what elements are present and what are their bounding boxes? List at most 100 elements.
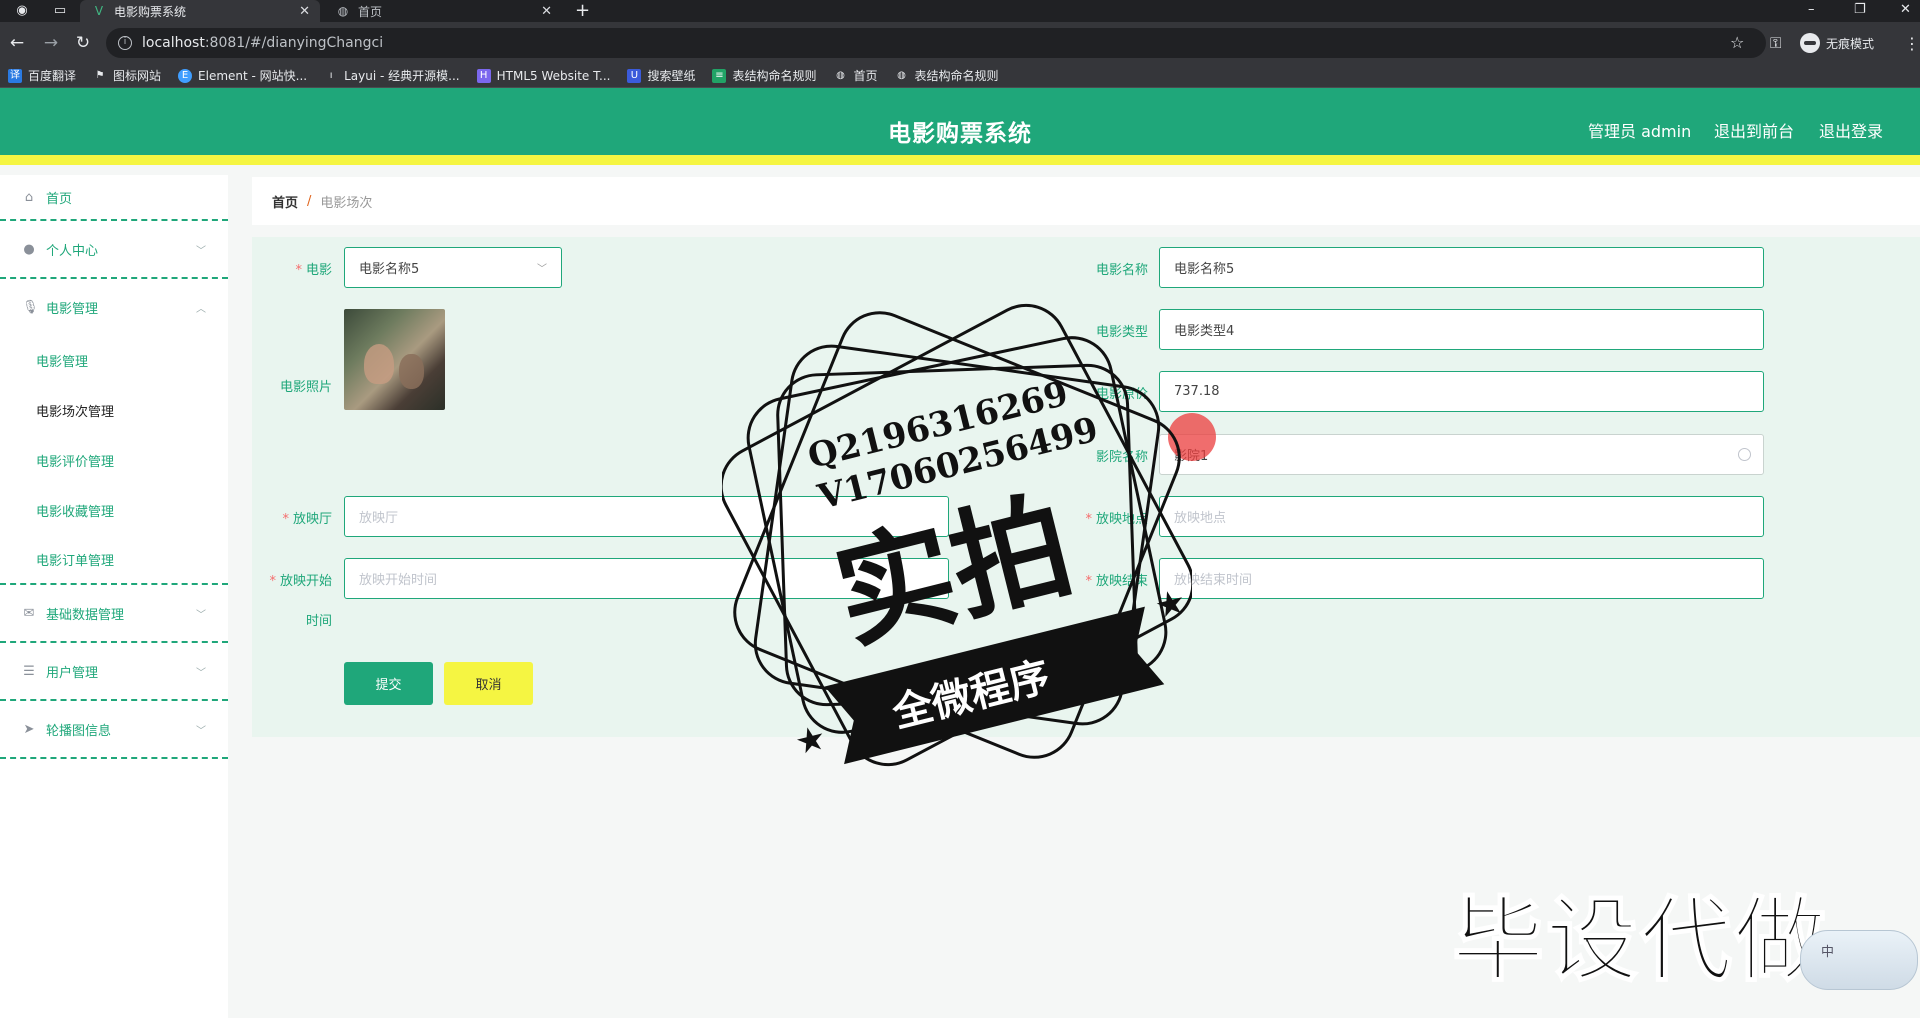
movie-select[interactable]: 电影名称5 ﹀ bbox=[344, 247, 562, 288]
sidebar-item-label: 个人中心 bbox=[46, 243, 99, 259]
bookmark-label: 表结构命名规则 bbox=[914, 69, 999, 83]
submenu-movie-favorite[interactable]: 电影收藏管理 bbox=[0, 485, 228, 535]
ime-indicator[interactable]: 中 bbox=[1800, 930, 1918, 990]
tab-title: 首页 bbox=[358, 4, 383, 19]
location-input[interactable]: 放映地点 bbox=[1159, 496, 1764, 537]
close-icon[interactable]: ✕ bbox=[299, 4, 310, 19]
bookmark-item[interactable]: ◍ 首页 bbox=[833, 67, 877, 84]
translate-icon: 译 bbox=[8, 68, 22, 83]
list-icon: ☰ bbox=[23, 663, 35, 679]
browser-icon[interactable]: ◉ bbox=[14, 3, 30, 19]
bookmark-label: 表结构命名规则 bbox=[732, 69, 817, 83]
reload-icon[interactable]: ↻ bbox=[72, 32, 94, 54]
chevron-down-icon: ﹀ bbox=[196, 245, 206, 257]
sidebar-item-label: 轮播图信息 bbox=[46, 723, 112, 739]
submit-button[interactable]: 提交 bbox=[344, 662, 433, 705]
start-time-placeholder: 放映开始时间 bbox=[359, 573, 438, 588]
movie-name-label: 电影名称 bbox=[1095, 263, 1148, 278]
movie-type-input[interactable]: 电影类型4 bbox=[1159, 309, 1764, 350]
star-icon: ★ bbox=[791, 717, 830, 763]
chevron-down-icon: ﹀ bbox=[196, 609, 206, 621]
url-input[interactable]: i localhost :8081/#/dianyingChangci bbox=[106, 28, 1766, 58]
sidebar-item-label: 基础数据管理 bbox=[46, 607, 125, 623]
sidebar-item-home[interactable]: ⌂ 首页 bbox=[0, 175, 228, 221]
element-icon: E bbox=[178, 68, 193, 83]
bookmark-label: Layui - 经典开源模... bbox=[344, 69, 460, 83]
movie-name-input[interactable]: 电影名称5 bbox=[1159, 247, 1764, 288]
close-icon[interactable]: ✕ bbox=[541, 4, 552, 19]
start-time-label: * 放映开始 bbox=[269, 574, 332, 589]
watermark-stamp: Q2196316269 V17060256499 实拍 全微程序 ★ ★ bbox=[722, 303, 1192, 767]
logout-link[interactable]: 退出登录 bbox=[1819, 118, 1883, 142]
tab-inactive[interactable]: ◍ 首页 ✕ bbox=[322, 0, 562, 22]
sidebar-item-users[interactable]: ☰ 用户管理 ﹀ bbox=[0, 643, 228, 701]
home-icon: ⌂ bbox=[24, 189, 34, 205]
movie-label: * 电影 bbox=[295, 263, 332, 278]
back-arrow-icon[interactable]: ← bbox=[6, 32, 28, 54]
sidebar-item-personal[interactable]: ● 个人中心 ﹀ bbox=[0, 221, 228, 279]
incognito-icon bbox=[1800, 33, 1820, 53]
submenu-movie-order[interactable]: 电影订单管理 bbox=[0, 535, 228, 585]
bookmark-item[interactable]: H HTML5 Website T... bbox=[476, 68, 611, 83]
cancel-button[interactable]: 取消 bbox=[444, 662, 533, 705]
sheet-icon: ≡ bbox=[712, 68, 727, 83]
menu-icon[interactable]: ⋮ bbox=[1904, 34, 1920, 53]
movie-photo bbox=[344, 309, 445, 410]
forward-arrow-icon[interactable]: → bbox=[40, 32, 62, 54]
bookmark-label: 搜索壁纸 bbox=[647, 69, 696, 83]
vue-logo-icon: V bbox=[94, 4, 104, 18]
cinema-name-input[interactable]: 影院1 bbox=[1159, 434, 1764, 475]
bookmark-item[interactable]: ◍ 表结构命名规则 bbox=[895, 67, 999, 84]
bookmark-item[interactable]: E Element - 网站快... bbox=[178, 67, 307, 84]
url-host: localhost bbox=[142, 35, 205, 51]
movie-photo-label: 电影照片 bbox=[279, 380, 332, 395]
bookmark-item[interactable]: 译百度翻译 bbox=[8, 67, 76, 84]
sidebar-item-movie-mgmt[interactable]: 🎙 电影管理 ︿ bbox=[0, 279, 228, 335]
bookmark-item[interactable]: ⚑ 图标网站 bbox=[93, 67, 162, 84]
bookmark-item[interactable]: U 搜索壁纸 bbox=[627, 67, 695, 84]
bookmark-label: 百度翻译 bbox=[28, 69, 77, 83]
breadcrumb-separator: / bbox=[307, 193, 312, 209]
mail-icon: ✉ bbox=[23, 605, 35, 621]
sidebar-item-basic-data[interactable]: ✉ 基础数据管理 ﹀ bbox=[0, 585, 228, 643]
url-path: :8081/#/dianyingChangci bbox=[204, 35, 384, 51]
submenu-movie-review[interactable]: 电影评价管理 bbox=[0, 435, 228, 485]
browser-tab-bar: ◉ ▭ V 电影购票系统 ✕ ◍ 首页 ✕ + – ❐ ✕ bbox=[0, 0, 1920, 22]
wallpaper-icon: U bbox=[627, 68, 642, 83]
back-to-front-link[interactable]: 退出到前台 bbox=[1714, 118, 1794, 142]
breadcrumb-home[interactable]: 首页 bbox=[272, 192, 298, 211]
bookmark-label: HTML5 Website T... bbox=[496, 68, 611, 83]
star-icon: ★ bbox=[1151, 581, 1190, 627]
sidebar-item-label: 首页 bbox=[46, 191, 73, 207]
bookmark-item[interactable]: ≡ 表结构命名规则 bbox=[712, 67, 816, 84]
submenu-movie-session[interactable]: 电影场次管理 bbox=[0, 385, 228, 435]
clear-icon[interactable] bbox=[1738, 448, 1751, 461]
close-window-icon[interactable]: ✕ bbox=[1900, 0, 1911, 22]
star-icon[interactable]: ☆ bbox=[1730, 28, 1744, 58]
admin-label: 管理员 admin bbox=[1588, 122, 1692, 141]
window-icon[interactable]: ▭ bbox=[52, 3, 68, 19]
new-tab-button[interactable]: + bbox=[575, 0, 590, 22]
sidebar-item-carousel[interactable]: ➤ 轮播图信息 ﹀ bbox=[0, 701, 228, 759]
submenu-movie[interactable]: 电影管理 bbox=[0, 335, 228, 385]
sidebar-item-label: 用户管理 bbox=[46, 665, 99, 681]
end-time-input[interactable]: 放映结束时间 bbox=[1159, 558, 1764, 599]
bookmark-item[interactable]: ı Layui - 经典开源模... bbox=[324, 67, 460, 84]
hall-label: * 放映厅 bbox=[282, 512, 332, 527]
layui-icon: ı bbox=[329, 69, 333, 81]
mic-icon: 🎙 bbox=[22, 299, 39, 315]
movie-price-input[interactable]: 737.18 bbox=[1159, 371, 1764, 412]
restore-icon[interactable]: ❐ bbox=[1854, 0, 1866, 22]
incognito-badge[interactable]: 无痕模式 bbox=[1800, 33, 1874, 53]
minimize-icon[interactable]: – bbox=[1808, 0, 1815, 22]
info-icon[interactable]: i bbox=[118, 36, 132, 50]
hall-placeholder: 放映厅 bbox=[359, 511, 399, 526]
tab-active[interactable]: V 电影购票系统 ✕ bbox=[80, 0, 320, 22]
chevron-up-icon: ︿ bbox=[196, 303, 206, 315]
key-icon[interactable]: ⚿ bbox=[1770, 28, 1781, 58]
start-time-label-line2: 时间 bbox=[305, 614, 332, 629]
watermark-bottom-text: 毕设代做 bbox=[1451, 886, 1829, 995]
breadcrumb: 首页 / 电影场次 bbox=[252, 177, 1920, 225]
bookmarks-bar: 译百度翻译 ⚑ 图标网站 E Element - 网站快... ı Layui - 经… bbox=[0, 64, 1920, 88]
globe-icon: ◍ bbox=[897, 69, 906, 81]
